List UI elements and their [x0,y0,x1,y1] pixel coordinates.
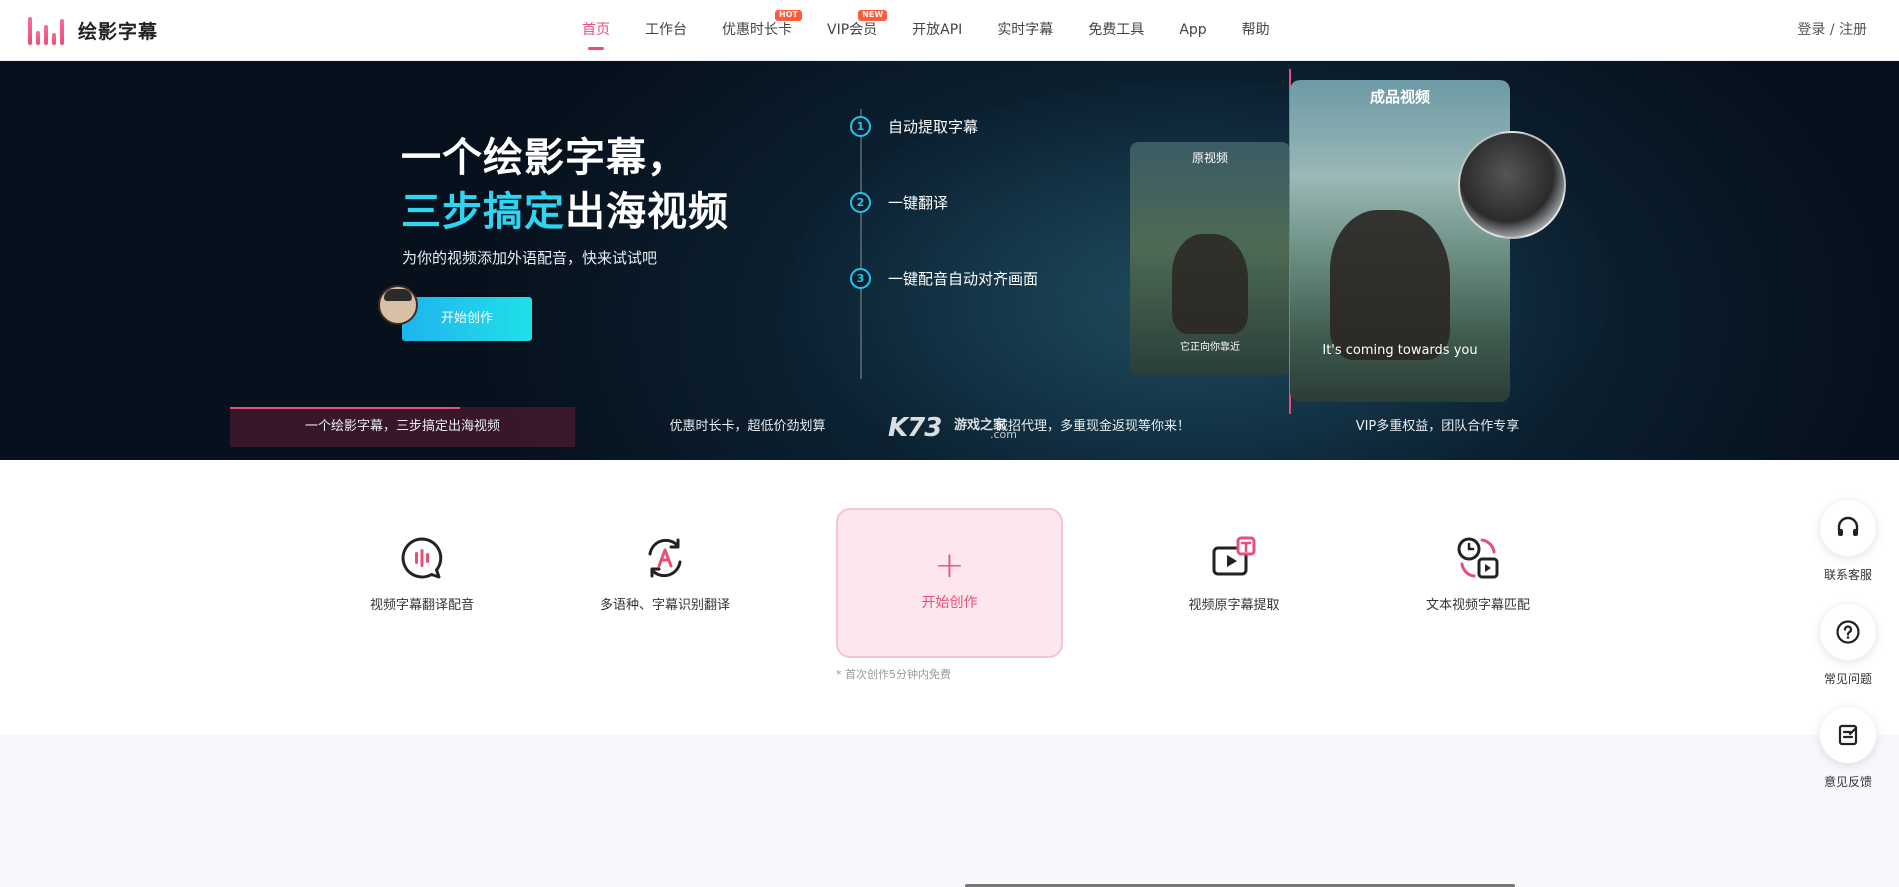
hero-banner: 一个绘影字幕， 三步搞定出海视频 为你的视频添加外语配音，快来试试吧 开始创作 … [0,61,1899,460]
features-section: 视频字幕翻译配音 多语种、字幕识别翻译 + 开始创作 * 首次创作5分钟内免费 [0,460,1899,735]
step-number: 1 [850,116,871,137]
feedback-button[interactable]: 意见反馈 [1818,707,1878,790]
feature-label: 视频原字幕提取 [1188,598,1280,613]
step-number: 2 [850,192,871,213]
logo-bars-icon [28,15,64,45]
hero-title-line2: 三步搞定出海视频 [401,179,729,237]
nav-item-time-card[interactable]: 优惠时长卡 HOT [722,0,802,61]
feature-subtitle-extract[interactable]: 视频原字幕提取 [1134,534,1334,613]
nav-item-realtime-subtitle[interactable]: 实时字幕 [997,0,1053,61]
feature-video-dubbing[interactable]: 视频字幕翻译配音 [322,534,522,613]
hero-title-accent: 三步搞定 [401,189,565,235]
nav-item-open-api[interactable]: 开放API [912,0,962,61]
nav-label: 免费工具 [1088,22,1145,38]
nav-item-home[interactable]: 首页 [582,0,610,61]
step-2: 2 一键翻译 [850,192,948,213]
nav-label: 帮助 [1241,22,1270,38]
nav-label: 工作台 [645,22,687,38]
logo[interactable]: 绘影字幕 [28,13,158,47]
bottom-section [0,735,1899,887]
nav-item-app[interactable]: App [1179,0,1206,61]
question-icon [1820,604,1876,660]
final-video-label: 成品视频 [1369,88,1430,106]
feature-subtitle-match[interactable]: 文本视频字幕匹配 [1378,534,1578,613]
main-nav: 首页 工作台 优惠时长卡 HOT VIP会员 NEW 开放API 实时字幕 免费工具… [582,0,1305,61]
step-number: 3 [850,268,871,289]
steps-timeline [860,109,862,379]
watermark-domain: .com [990,428,1017,441]
headset-icon [1820,500,1876,556]
top-header: 绘影字幕 首页 工作台 优惠时长卡 HOT VIP会员 NEW 开放API 实时字幕… [0,0,1899,61]
nav-item-workspace[interactable]: 工作台 [645,0,687,61]
hero-tab-2[interactable]: 优惠时长卡，超低价劲划算 [575,407,920,447]
final-video-card: 成品视频 It's coming towards you [1290,80,1510,402]
contact-support-button[interactable]: 联系客服 [1818,500,1878,583]
translate-icon [641,534,689,582]
hero-title-line1: 一个绘影字幕， [401,135,688,181]
nav-label: VIP会员 [827,22,878,38]
final-video-caption: It's coming towards you [1322,343,1478,358]
feature-multilang-translate[interactable]: 多语种、字幕识别翻译 [565,534,765,613]
start-create-button[interactable]: 开始创作 [402,297,532,341]
nav-item-vip[interactable]: VIP会员 NEW [827,0,888,61]
logo-text: 绘影字幕 [78,20,159,43]
new-badge: NEW [858,10,888,21]
step-3: 3 一键配音自动对齐画面 [850,268,1038,289]
step-text: 一键翻译 [888,194,949,212]
start-create-card[interactable]: + 开始创作 [836,508,1063,658]
feedback-icon [1820,707,1876,763]
elephant-image [1172,234,1248,334]
nav-label: 实时字幕 [997,22,1054,38]
feature-label: 多语种、字幕识别翻译 [599,598,730,613]
original-video-card: 原视频 它正向你靠近 [1130,142,1290,375]
elephant-image [1330,210,1450,360]
feature-label: 视频字幕翻译配音 [369,598,474,613]
side-label: 意见反馈 [1823,775,1872,789]
hero-title-rest: 出海视频 [565,189,729,235]
create-card-label: 开始创作 [921,595,978,611]
nav-label: App [1179,22,1207,38]
original-video-label: 原视频 [1191,151,1228,165]
step-1: 1 自动提取字幕 [850,116,978,137]
faq-button[interactable]: 常见问题 [1818,604,1878,687]
login-register-link[interactable]: 登录 / 注册 [1797,0,1867,61]
mascot-avatar-icon [378,285,418,325]
hero-tab-1[interactable]: 一个绘影字幕，三步搞定出海视频 [230,407,575,447]
subtitle-match-icon [1454,534,1502,582]
hero-subtitle: 为你的视频添加外语配音，快来试试吧 [402,249,658,267]
step-text: 自动提取字幕 [888,118,979,136]
presenter-avatar [1458,131,1566,239]
watermark: K73 游戏之家 .com [888,413,1018,443]
nav-item-free-tools[interactable]: 免费工具 [1088,0,1144,61]
hot-badge: HOT [775,10,802,21]
nav-item-help[interactable]: 帮助 [1242,0,1270,61]
feature-label: 文本视频字幕匹配 [1425,598,1530,613]
side-label: 常见问题 [1823,672,1872,686]
nav-label: 开放API [912,22,963,38]
original-video-caption: 它正向你靠近 [1180,342,1240,353]
nav-label: 首页 [582,22,610,38]
free-note: * 首次创作5分钟内免费 [836,668,951,681]
voice-bubble-icon [398,534,446,582]
step-text: 一键配音自动对齐画面 [888,270,1039,288]
side-label: 联系客服 [1823,568,1872,582]
watermark-main: K73 [888,413,942,443]
nav-label: 优惠时长卡 [722,22,792,38]
hero-tab-4[interactable]: VIP多重权益，团队合作专享 [1265,407,1610,447]
plus-icon: + [934,545,965,586]
subtitle-extract-icon [1210,534,1258,582]
